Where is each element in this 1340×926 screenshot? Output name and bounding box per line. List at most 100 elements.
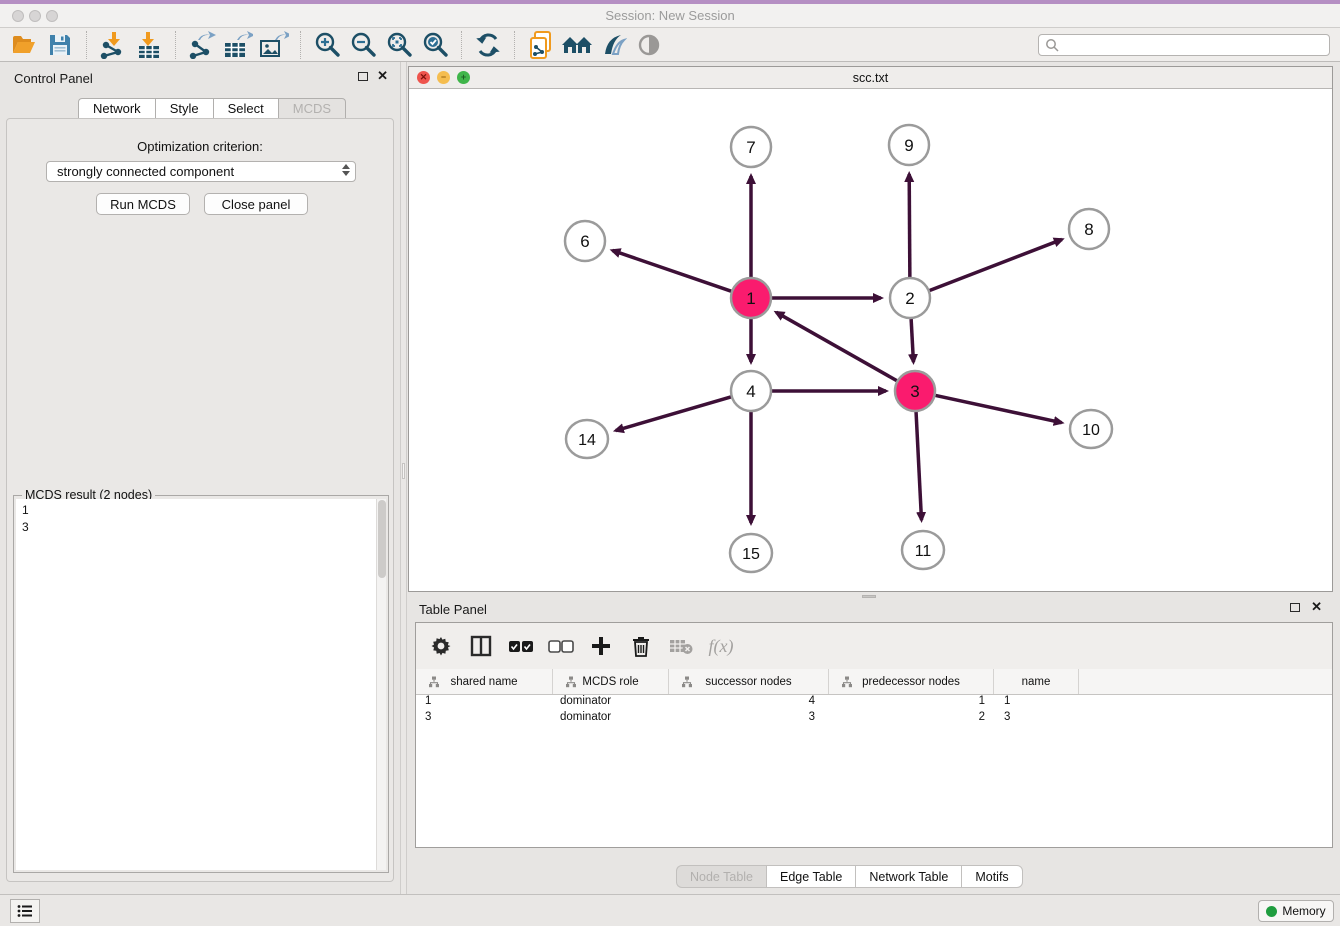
column-header-mcds-role[interactable]: MCDS role — [553, 669, 669, 694]
node-2[interactable]: 2 — [890, 278, 930, 318]
network-canvas[interactable]: 7 9 6 8 1 2 4 3 14 10 15 11 — [409, 89, 1332, 591]
search-field[interactable] — [1038, 34, 1330, 56]
edge-2-3[interactable] — [911, 319, 913, 362]
column-header-shared-name[interactable]: shared name — [416, 669, 553, 694]
columns-icon[interactable] — [468, 632, 494, 660]
table-row[interactable]: 3dominator323 — [416, 711, 1332, 727]
export-network-icon[interactable] — [184, 30, 220, 60]
houses-icon[interactable] — [559, 30, 595, 60]
cell-mcds-role[interactable]: dominator — [553, 711, 669, 727]
tab-node-table[interactable]: Node Table — [676, 865, 766, 888]
memory-button[interactable]: Memory — [1258, 900, 1334, 922]
node-1[interactable]: 1 — [731, 278, 771, 318]
column-header-predecessor-nodes[interactable]: predecessor nodes — [829, 669, 994, 694]
close-traffic-light[interactable] — [12, 10, 24, 22]
tab-motifs[interactable]: Motifs — [961, 865, 1022, 888]
select-all-icon[interactable] — [508, 632, 534, 660]
edge-2-8[interactable] — [930, 239, 1062, 290]
node-14[interactable]: 14 — [566, 420, 608, 458]
close-panel-button[interactable]: Close panel — [204, 193, 308, 215]
export-table-icon[interactable] — [220, 30, 256, 60]
node-7[interactable]: 7 — [731, 127, 771, 167]
result-scrollbar-thumb[interactable] — [378, 500, 386, 578]
zoom-in-icon[interactable] — [309, 30, 345, 60]
window-close-icon[interactable]: ✕ — [417, 71, 430, 84]
add-icon[interactable] — [588, 632, 614, 660]
float-panel-icon[interactable] — [1290, 603, 1300, 612]
open-session-icon[interactable] — [6, 30, 42, 60]
node-15[interactable]: 15 — [730, 534, 772, 572]
save-session-icon[interactable] — [42, 30, 78, 60]
cell-mcds-role[interactable]: dominator — [553, 695, 669, 711]
cell-predecessor-nodes[interactable]: 1 — [829, 695, 994, 711]
mcds-result-area[interactable]: 1 3 — [16, 499, 386, 870]
zoom-traffic-light[interactable] — [46, 10, 58, 22]
close-panel-icon[interactable]: ✕ — [1311, 602, 1322, 612]
tab-mcds[interactable]: MCDS — [278, 98, 346, 119]
cell-name[interactable]: 3 — [994, 711, 1079, 727]
edge-3-11[interactable] — [916, 412, 921, 520]
task-history-button[interactable] — [10, 899, 40, 923]
gear-icon[interactable] — [428, 632, 454, 660]
tab-network-table[interactable]: Network Table — [855, 865, 961, 888]
cell-name[interactable]: 1 — [994, 695, 1079, 711]
tab-edge-table[interactable]: Edge Table — [766, 865, 855, 888]
criterion-select[interactable]: strongly connected component — [46, 161, 356, 182]
eye-icon — [631, 30, 667, 60]
import-network-icon[interactable] — [95, 30, 131, 60]
deselect-all-icon[interactable] — [548, 632, 574, 660]
vizmap-icon[interactable] — [595, 30, 631, 60]
node-label: 15 — [742, 546, 760, 563]
edge-3-10[interactable] — [936, 395, 1062, 422]
tab-network[interactable]: Network — [78, 98, 155, 119]
node-3[interactable]: 3 — [895, 371, 935, 411]
window-maximize-icon[interactable]: + — [457, 71, 470, 84]
cell-shared-name[interactable]: 3 — [416, 711, 553, 727]
cell-successor-nodes[interactable]: 4 — [669, 695, 829, 711]
optimization-criterion-label: Optimization criterion: — [7, 139, 393, 154]
zoom-fit-icon[interactable] — [381, 30, 417, 60]
table-panel-title: Table Panel — [419, 602, 487, 617]
node-10[interactable]: 10 — [1070, 410, 1112, 448]
tab-select[interactable]: Select — [213, 98, 278, 119]
table-row[interactable]: 1dominator411 — [416, 695, 1332, 711]
cell-predecessor-nodes[interactable]: 2 — [829, 711, 994, 727]
node-8[interactable]: 8 — [1069, 209, 1109, 249]
new-network-from-selection-icon[interactable] — [523, 30, 559, 60]
export-image-icon[interactable] — [256, 30, 292, 60]
cell-successor-nodes[interactable]: 3 — [669, 711, 829, 727]
layout-refresh-icon[interactable] — [470, 30, 506, 60]
node-11[interactable]: 11 — [902, 531, 944, 569]
vertical-splitter[interactable] — [400, 62, 407, 894]
node-label: 4 — [746, 382, 755, 401]
node-6[interactable]: 6 — [565, 221, 605, 261]
column-header-successor-nodes[interactable]: successor nodes — [669, 669, 829, 694]
node-9[interactable]: 9 — [889, 125, 929, 165]
edge-4-14[interactable] — [616, 397, 731, 431]
float-panel-icon[interactable] — [358, 72, 368, 81]
edge-2-9[interactable] — [909, 174, 910, 277]
network-graph[interactable]: 7 9 6 8 1 2 4 3 14 10 15 11 — [409, 89, 1332, 591]
zoom-out-icon[interactable] — [345, 30, 381, 60]
close-panel-icon[interactable]: ✕ — [377, 71, 388, 81]
minimize-traffic-light[interactable] — [29, 10, 41, 22]
zoom-selected-icon[interactable] — [417, 30, 453, 60]
criterion-value: strongly connected component — [57, 164, 234, 179]
search-input[interactable] — [1063, 38, 1329, 52]
workspace-area: ✕ − + scc.txt 7968124314101511 Table Pan… — [407, 62, 1340, 894]
import-table-icon[interactable] — [131, 30, 167, 60]
tab-style[interactable]: Style — [155, 98, 213, 119]
network-window-titlebar[interactable]: ✕ − + scc.txt — [409, 67, 1332, 89]
node-label: 10 — [1082, 422, 1100, 439]
splitter-handle[interactable] — [402, 463, 405, 479]
node-4[interactable]: 4 — [731, 371, 771, 411]
edge-3-1[interactable] — [776, 312, 897, 380]
trash-icon[interactable] — [628, 632, 654, 660]
column-header-name[interactable]: name — [994, 669, 1079, 694]
run-mcds-button[interactable]: Run MCDS — [96, 193, 190, 215]
node-label: 9 — [904, 136, 913, 155]
window-minimize-icon[interactable]: − — [437, 71, 450, 84]
edge-1-6[interactable] — [612, 250, 731, 291]
result-scrollbar[interactable] — [376, 499, 386, 870]
cell-shared-name[interactable]: 1 — [416, 695, 553, 711]
